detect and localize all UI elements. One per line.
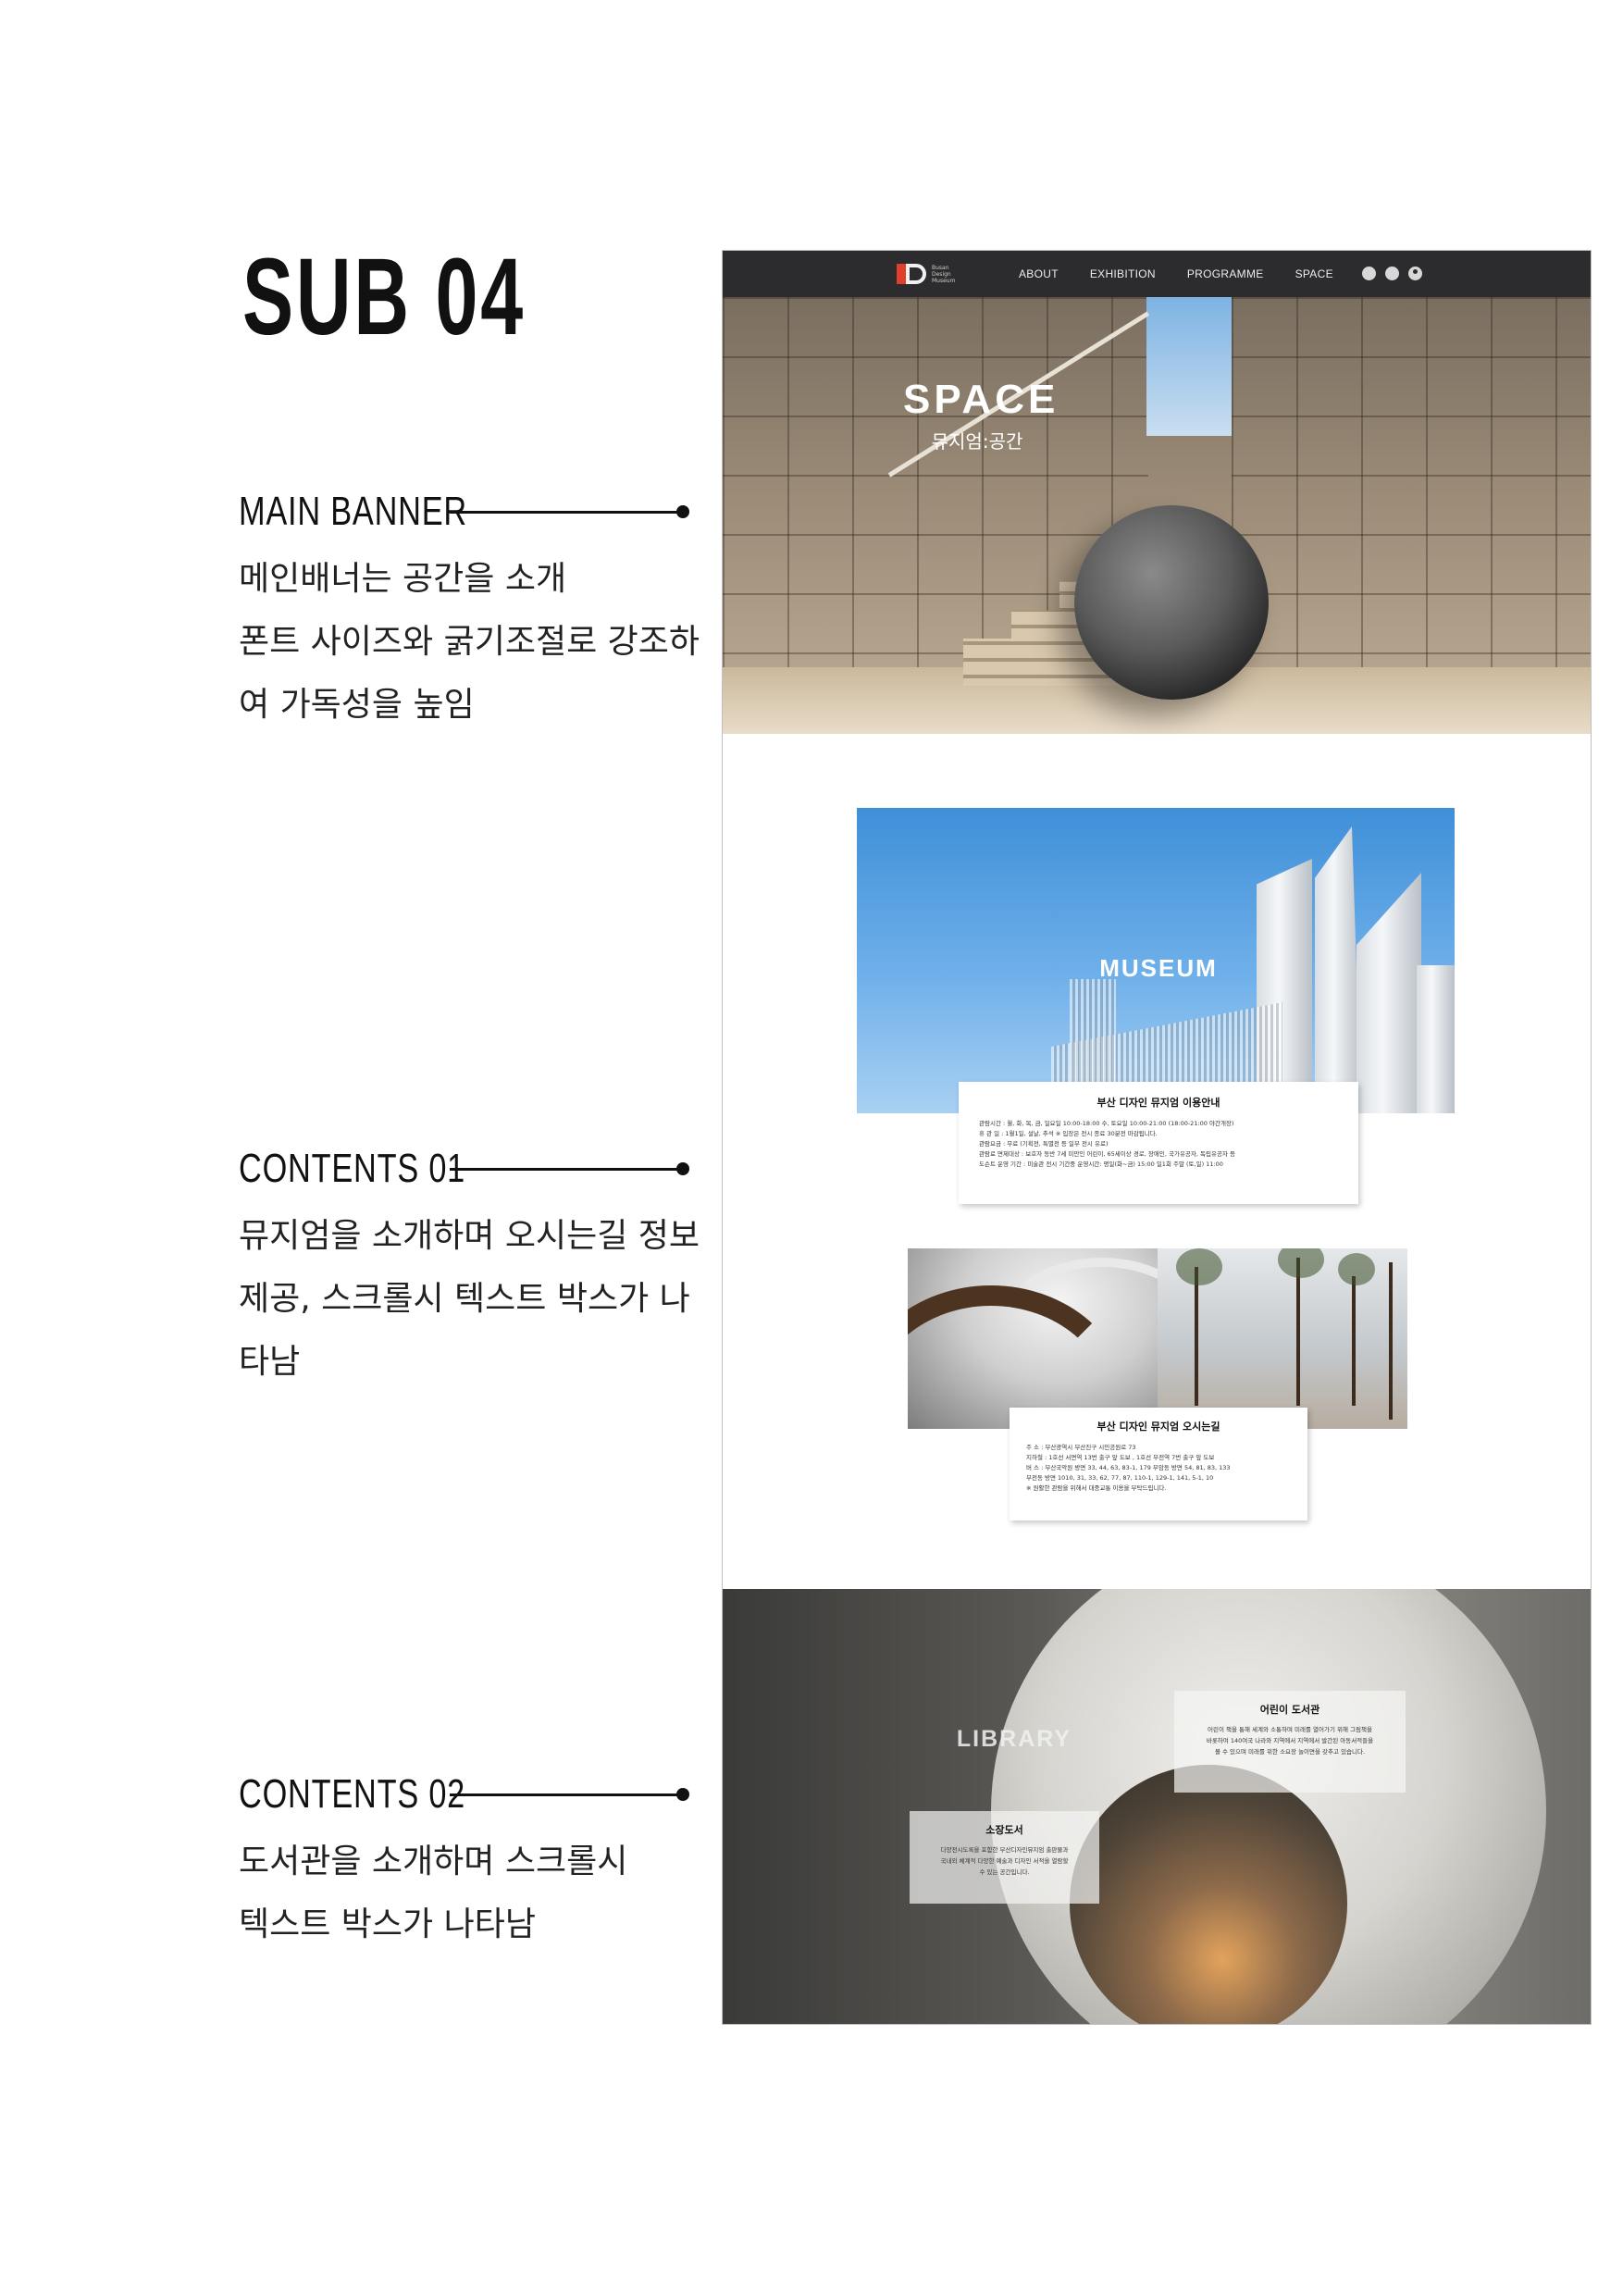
website-mockup: Busan Design Museum ABOUT EXHIBITION PRO… [722, 250, 1592, 2025]
museum-info-line: 휴 관 일 : 1월1일, 설날, 추석 ※ 입장은 전시 종료 30분전 마감… [979, 1130, 1158, 1137]
tree [1296, 1258, 1300, 1406]
museum-info-card: 부산 디자인 뮤지엄 이용안내 관람시간 : 월, 화, 목, 금, 일요일 1… [959, 1082, 1358, 1204]
annotation-line: 텍스트 박스가 나타남 [239, 1905, 536, 1943]
tree-canopy [1278, 1248, 1324, 1278]
directions-title: 부산 디자인 뮤지엄 오시는길 [1096, 1421, 1220, 1433]
kids-library-text: 어린이 책을 통해 세계와 소통하며 미래를 열어가기 위해 그림책을 [1208, 1726, 1372, 1733]
museum-info-line: 관람료 면제대상 : 보호자 동반 7세 미만인 어린이, 65세이상 경로, … [979, 1150, 1235, 1158]
annotation-line: 타남 [239, 1343, 301, 1381]
archive-library-text: 다양전시도록을 포함한 부산디자인뮤지엄 출판물과 [940, 1846, 1069, 1854]
annotation-description: 뮤지엄을 소개하며 오시는길 정보 제공, 스크롤시 텍스트 박스가 나 타남 [239, 1205, 701, 1394]
main-banner: SPACE 뮤지엄:공간 [723, 297, 1591, 734]
banner-wall-right [1232, 297, 1591, 667]
archive-library-text: 국내외 체계적 다양한 예술과 디자인 서적을 열람할 [940, 1857, 1069, 1865]
annotation-connector-line [450, 1793, 681, 1796]
museum-plaza-image [1158, 1248, 1407, 1429]
annotation-connector-dot [676, 505, 689, 518]
banner-moon-sphere [1074, 505, 1269, 700]
museum-image: MUSEUM [857, 808, 1455, 1113]
directions-line: 주 소 : 부산광역시 부산진구 시민공원로 73 [1026, 1444, 1136, 1451]
nav-item-about[interactable]: ABOUT [1019, 267, 1059, 280]
directions-line: 부전동 방면 1010, 31, 33, 62, 77, 87, 110-1, … [1026, 1474, 1214, 1482]
archive-library-text: 수 있는 공간입니다. [979, 1868, 1030, 1876]
annotation-line: 폰트 사이즈와 굵기조절로 강조하 [239, 623, 700, 661]
globe-icon[interactable] [1362, 267, 1376, 280]
nav-item-programme[interactable]: PROGRAMME [1187, 267, 1264, 280]
banner-subtitle: 뮤지엄:공간 [931, 430, 1023, 453]
library-section: LIBRARY 어린이 도서관 어린이 책을 통해 세계와 소통하며 미래를 열… [723, 1589, 1591, 2024]
annotation-line: 여 가독성을 높임 [239, 686, 475, 724]
archive-library-title: 소장도서 [985, 1824, 1023, 1836]
annotation-contents-01: CONTENTS 01 뮤지엄을 소개하며 오시는길 정보 제공, 스크롤시 텍… [239, 1146, 701, 1394]
annotation-line: 메인배너는 공간을 소개 [239, 560, 567, 598]
building-tower [1357, 873, 1421, 1113]
kids-library-card: 어린이 도서관 어린이 책을 통해 세계와 소통하며 미래를 열어가기 위해 그… [1174, 1691, 1406, 1793]
annotation-main-banner: MAIN BANNER 메인배너는 공간을 소개 폰트 사이즈와 굵기조절로 강… [239, 489, 701, 737]
annotation-connector-dot [676, 1162, 689, 1175]
annotation-connector-line [450, 1168, 681, 1171]
archive-library-card: 소장도서 다양전시도록을 포함한 부산디자인뮤지엄 출판물과 국내외 체계적 다… [910, 1811, 1099, 1904]
annotation-label: CONTENTS 01 [239, 1146, 466, 1191]
user-icon[interactable] [1408, 267, 1422, 280]
library-label: LIBRARY [956, 1726, 1072, 1752]
tree [1195, 1267, 1198, 1406]
annotation-description: 메인배너는 공간을 소개 폰트 사이즈와 굵기조절로 강조하 여 가독성을 높임 [239, 548, 701, 737]
annotation-contents-02: CONTENTS 02 도서관을 소개하며 스크롤시 텍스트 박스가 나타남 [239, 1771, 701, 1956]
tree [1352, 1276, 1356, 1406]
museum-info-title: 부산 디자인 뮤지엄 이용안내 [1096, 1097, 1220, 1109]
museum-info-line: 관람요금 : 무료 (기획전, 특별전 등 일부 전시 유료) [979, 1140, 1109, 1148]
top-navigation-bar: Busan Design Museum ABOUT EXHIBITION PRO… [723, 251, 1591, 297]
directions-info-card: 부산 디자인 뮤지엄 오시는길 주 소 : 부산광역시 부산진구 시민공원로 7… [1010, 1408, 1307, 1520]
annotation-label: CONTENTS 02 [239, 1771, 466, 1817]
annotation-line: 도서관을 소개하며 스크롤시 [239, 1843, 628, 1880]
logo-text: Busan Design Museum [932, 264, 956, 284]
nav-menu: ABOUT EXHIBITION PROGRAMME SPACE [1019, 251, 1333, 297]
nav-item-exhibition[interactable]: EXHIBITION [1090, 267, 1156, 280]
museum-interior-image [908, 1248, 1158, 1429]
kids-library-text: 바롯하여 140여국 나라와 지역에서 지역에서 발간된 아동서적들을 [1206, 1737, 1374, 1744]
tree-canopy [1338, 1253, 1375, 1285]
kids-library-text: 볼 수 있으며 미래를 위한 소요장 놀이면을 갖추고 있습니다. [1214, 1748, 1366, 1756]
museum-label: MUSEUM [1099, 954, 1218, 982]
nav-utility-icons [1362, 267, 1422, 280]
museum-info-line: 도슨트 운영 기간 : 미술관 전시 기간중 운영시간: 평일(화~금) 15:… [979, 1160, 1223, 1168]
annotation-line: 뮤지엄을 소개하며 오시는길 정보 [239, 1217, 700, 1255]
library-ring-opening [1070, 1765, 1347, 2024]
annotation-line: 제공, 스크롤시 텍스트 박스가 나 [239, 1280, 690, 1318]
directions-line: 버 스 : 부산국악원 방면 33, 44, 63, 83-1, 179 부암동… [1026, 1464, 1231, 1471]
directions-line: 지하철 : 1호선 서면역 13번 출구 앞 도보 , 1호선 부전역 7번 출… [1026, 1454, 1215, 1461]
banner-sky [1146, 297, 1232, 436]
annotation-label: MAIN BANNER [239, 489, 467, 534]
museum-info-line: 관람시간 : 월, 화, 목, 금, 일요일 10:00-18:00 수, 토요… [979, 1120, 1234, 1127]
annotation-connector-dot [676, 1788, 689, 1801]
annotation-connector-line [450, 511, 681, 514]
museum-logo[interactable]: Busan Design Museum [897, 264, 955, 284]
directions-line: ※ 원활한 관람을 위해서 대중교통 이용을 부탁드립니다. [1026, 1484, 1167, 1492]
logo-mark-icon [897, 264, 926, 284]
page-title: SUB 04 [242, 236, 527, 358]
tree [1389, 1262, 1393, 1420]
tree-canopy [1176, 1248, 1222, 1285]
building-tower [1315, 826, 1361, 1113]
annotation-description: 도서관을 소개하며 스크롤시 텍스트 박스가 나타남 [239, 1831, 701, 1956]
banner-title: SPACE [903, 377, 1059, 422]
search-icon[interactable] [1385, 267, 1399, 280]
building-tower [1417, 965, 1455, 1113]
nav-item-space[interactable]: SPACE [1295, 267, 1333, 280]
kids-library-title: 어린이 도서관 [1259, 1704, 1320, 1716]
